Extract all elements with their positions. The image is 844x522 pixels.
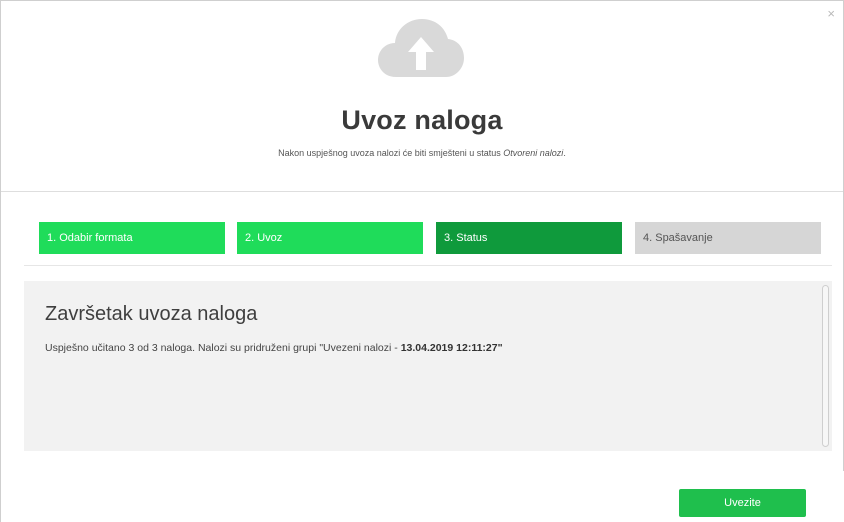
footer-blank-area <box>516 480 648 522</box>
step-odabir-formata[interactable]: 1. Odabir formata <box>39 222 225 254</box>
status-message-group-date: 13.04.2019 12:11:27" <box>400 342 503 354</box>
status-panel: Završetak uvoza naloga Uspješno učitano … <box>24 281 832 451</box>
cloud-upload-icon <box>378 19 464 77</box>
import-button[interactable]: Uvezite <box>679 489 806 517</box>
status-message-prefix: Uspješno učitano 3 od 3 naloga. Nalozi s… <box>45 342 401 354</box>
panel-scrollbar[interactable] <box>822 285 829 447</box>
step-spasavanje[interactable]: 4. Spašavanje <box>635 222 821 254</box>
step-status[interactable]: 3. Status <box>436 222 622 254</box>
footer-right-strip <box>833 480 844 522</box>
subtitle-suffix: . <box>563 148 566 158</box>
import-dialog: × Uvoz naloga Nakon uspješnog uvoza nalo… <box>0 0 844 522</box>
status-title: Završetak uvoza naloga <box>45 303 258 325</box>
subtitle-prefix: Nakon uspješnog uvoza nalozi će biti smj… <box>278 148 504 158</box>
steps-divider <box>24 265 832 266</box>
step-uvoz[interactable]: 2. Uvoz <box>237 222 423 254</box>
header-divider <box>1 191 843 192</box>
status-message: Uspješno učitano 3 od 3 naloga. Nalozi s… <box>45 342 503 354</box>
dialog-subtitle: Nakon uspješnog uvoza nalozi će biti smj… <box>1 148 843 158</box>
subtitle-status: Otvoreni nalozi <box>503 148 564 158</box>
wizard-steps: 1. Odabir formata 2. Uvoz 3. Status 4. S… <box>39 222 821 254</box>
dialog-header: Uvoz naloga Nakon uspješnog uvoza nalozi… <box>1 1 843 191</box>
dialog-title: Uvoz naloga <box>341 105 503 135</box>
